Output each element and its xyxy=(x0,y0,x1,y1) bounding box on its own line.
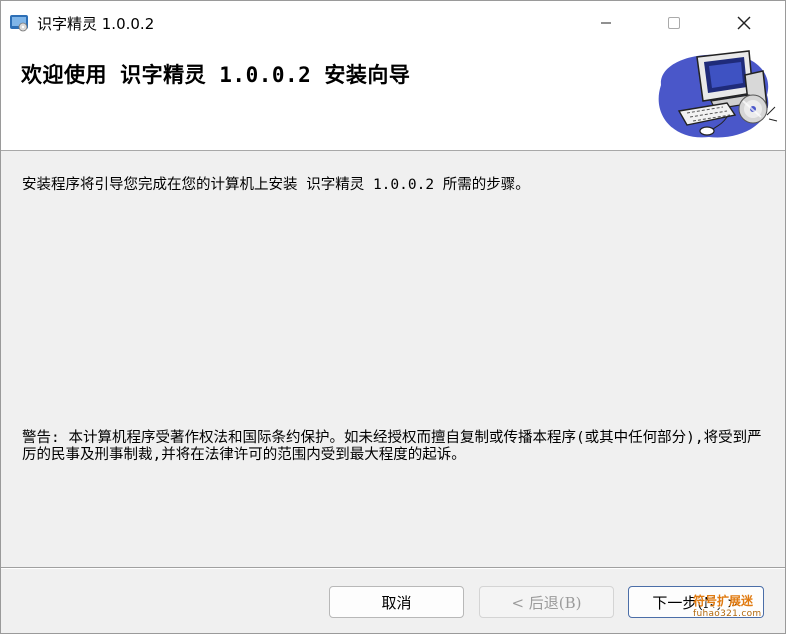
watermark-url: fuhao321.com xyxy=(693,609,762,619)
minimize-icon xyxy=(601,22,611,24)
footer-divider xyxy=(1,567,785,569)
wizard-header: 欢迎使用 识字精灵 1.0.0.2 安装向导 xyxy=(1,45,785,151)
minimize-button[interactable] xyxy=(583,1,629,45)
installer-window: 识字精灵 1.0.0.2 欢迎使用 识字精灵 1.0.0.2 安装向导 安装程序… xyxy=(0,0,786,634)
installer-icon xyxy=(10,15,28,32)
title-bar[interactable]: 识字精灵 1.0.0.2 xyxy=(1,1,785,45)
copyright-warning: 警告: 本计算机程序受著作权法和国际条约保护。如未经授权而擅自复制或传播本程序(… xyxy=(22,430,762,463)
window-title: 识字精灵 1.0.0.2 xyxy=(37,15,155,33)
computer-installer-icon xyxy=(658,50,778,138)
watermark-text: 符号扩展迷 xyxy=(693,594,754,608)
page-title: 欢迎使用 识字精灵 1.0.0.2 安装向导 xyxy=(21,63,411,87)
close-icon xyxy=(737,16,751,30)
intro-text: 安装程序将引导您完成在您的计算机上安装 识字精灵 1.0.0.2 所需的步骤。 xyxy=(22,177,530,193)
maximize-button[interactable] xyxy=(651,1,697,45)
close-button[interactable] xyxy=(721,1,767,45)
back-button[interactable]: < 后退(B) xyxy=(479,586,614,618)
site-watermark: 符号扩展迷 fuhao321.com xyxy=(693,595,761,621)
cancel-button[interactable]: 取消 xyxy=(329,586,464,618)
maximize-icon xyxy=(668,17,680,29)
